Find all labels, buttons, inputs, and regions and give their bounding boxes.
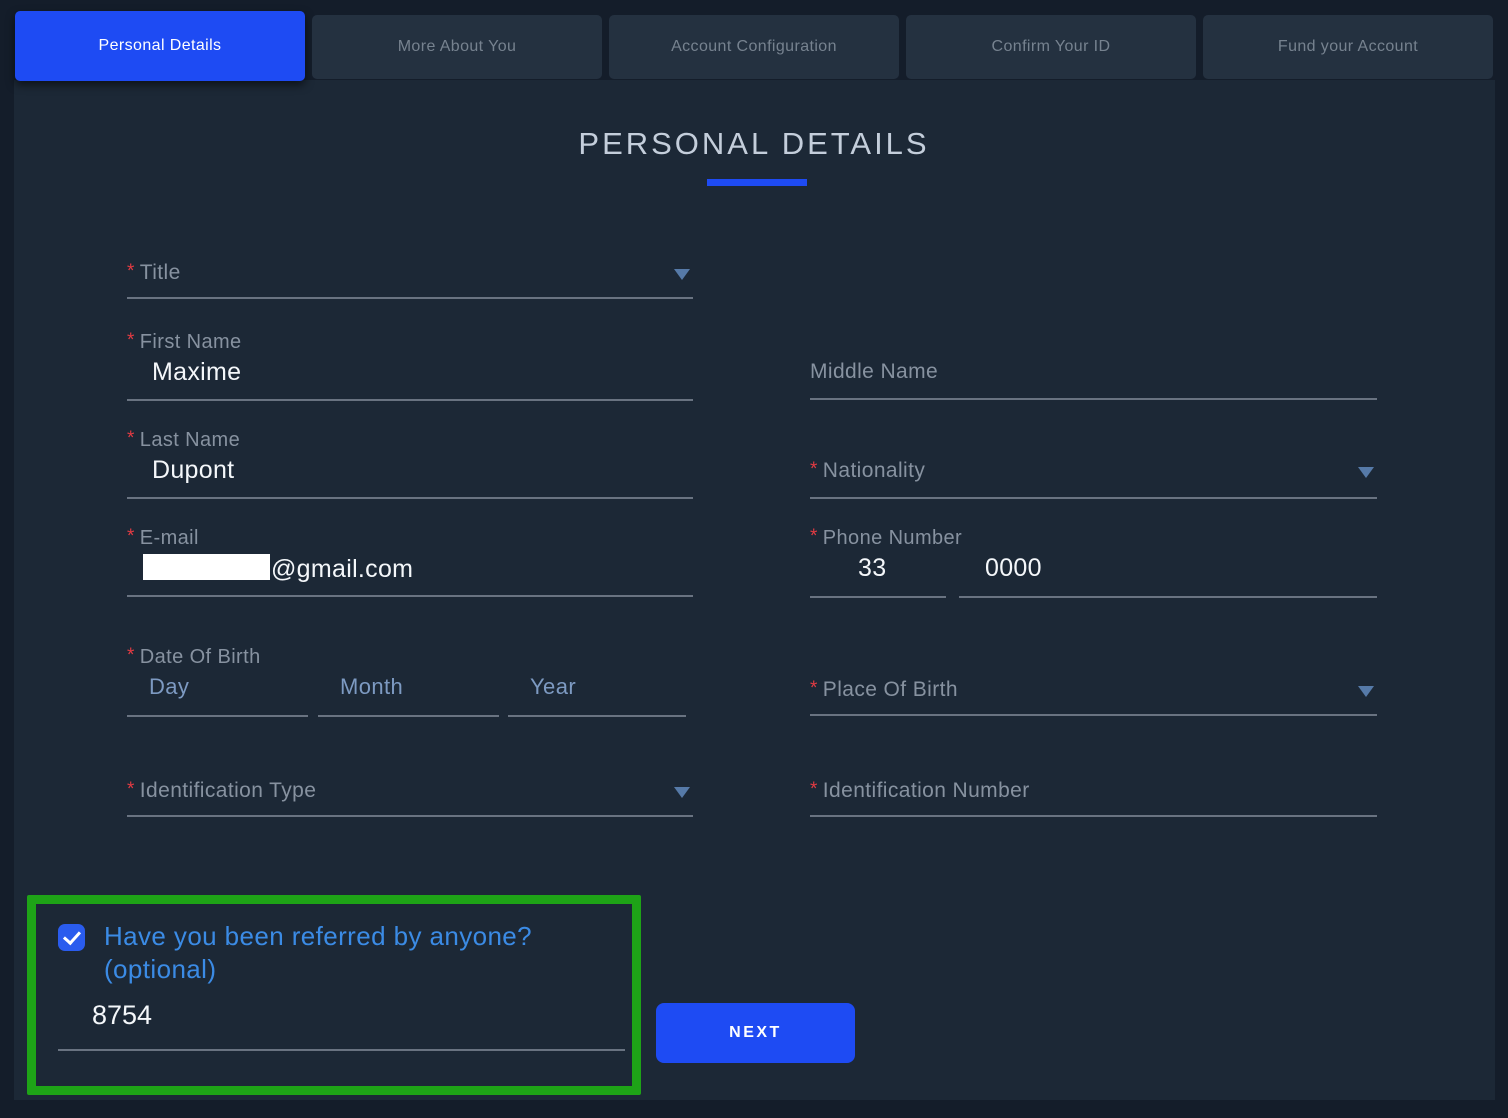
input-underline (810, 596, 946, 598)
referral-code-value[interactable]: 8754 (92, 1000, 152, 1031)
registration-wizard: Personal Details More About You Account … (0, 0, 1508, 1118)
middle-name-label: Middle Name (810, 360, 938, 384)
email-value: @gmail.com (143, 554, 413, 584)
phone-country-code-value[interactable]: 33 (858, 554, 886, 583)
chevron-down-icon[interactable] (674, 787, 690, 798)
tab-fund-your-account[interactable]: Fund your Account (1203, 15, 1493, 79)
input-underline (810, 815, 1377, 817)
last-name-field[interactable]: *Last Name Dupont (127, 429, 693, 501)
input-underline (318, 715, 499, 717)
identification-type-label: *Identification Type (127, 779, 316, 803)
referral-question-label: Have you been referred by anyone? (optio… (104, 920, 532, 986)
input-underline (127, 297, 693, 299)
first-name-value: Maxime (152, 358, 241, 387)
nationality-label: *Nationality (810, 459, 925, 483)
identification-number-field[interactable]: *Identification Number (810, 779, 1377, 819)
tab-account-configuration[interactable]: Account Configuration (609, 15, 899, 79)
place-of-birth-select[interactable]: *Place Of Birth (810, 678, 1377, 718)
last-name-value: Dupont (152, 456, 234, 485)
required-asterisk: * (127, 428, 135, 449)
input-underline (508, 715, 686, 717)
input-underline (810, 714, 1377, 716)
phone-number-group: *Phone Number 33 0000 (810, 527, 1377, 599)
dob-day-input[interactable]: Day (127, 646, 308, 718)
dob-year-placeholder: Year (530, 674, 576, 700)
identification-type-select[interactable]: *Identification Type (127, 779, 693, 819)
title-underline-bar (707, 179, 807, 186)
referral-checkbox[interactable] (58, 924, 85, 951)
input-underline (127, 595, 693, 597)
required-asterisk: * (810, 779, 818, 800)
input-underline (127, 497, 693, 499)
required-asterisk: * (127, 779, 135, 800)
required-asterisk: * (127, 261, 135, 282)
dob-month-placeholder: Month (340, 674, 403, 700)
required-asterisk: * (127, 526, 135, 547)
dob-month-input[interactable]: Month (318, 646, 499, 718)
title-label: *Title (127, 261, 181, 285)
input-underline (810, 398, 1377, 400)
email-label: *E-mail (127, 527, 199, 550)
place-of-birth-label: *Place Of Birth (810, 678, 958, 702)
wizard-step-tabs: Personal Details More About You Account … (15, 11, 1493, 81)
tab-confirm-your-id[interactable]: Confirm Your ID (906, 15, 1196, 79)
title-select[interactable]: *Title (127, 261, 693, 301)
required-asterisk: * (810, 678, 818, 699)
chevron-down-icon[interactable] (1358, 686, 1374, 697)
nationality-select[interactable]: *Nationality (810, 459, 1377, 499)
chevron-down-icon[interactable] (1358, 467, 1374, 478)
last-name-label: *Last Name (127, 429, 240, 452)
required-asterisk: * (810, 459, 818, 480)
date-of-birth-group: *Date Of Birth Day Month Year (127, 646, 693, 718)
dob-day-placeholder: Day (149, 674, 189, 700)
required-asterisk: * (810, 526, 818, 547)
middle-name-field[interactable]: Middle Name (810, 360, 1377, 400)
tab-more-about-you[interactable]: More About You (312, 15, 602, 79)
required-asterisk: * (127, 330, 135, 351)
referral-input-underline (58, 1049, 625, 1051)
dob-year-input[interactable]: Year (508, 646, 686, 718)
input-underline (127, 399, 693, 401)
input-underline (127, 815, 693, 817)
page-title: PERSONAL DETAILS (0, 126, 1508, 162)
identification-number-label: *Identification Number (810, 779, 1030, 803)
input-underline (959, 596, 1377, 598)
first-name-field[interactable]: *First Name Maxime (127, 331, 693, 403)
next-button[interactable]: NEXT (656, 1003, 855, 1063)
phone-number-value[interactable]: 0000 (985, 554, 1042, 583)
chevron-down-icon[interactable] (674, 269, 690, 280)
tab-personal-details[interactable]: Personal Details (15, 11, 305, 81)
email-field[interactable]: *E-mail @gmail.com (127, 527, 693, 599)
input-underline (810, 497, 1377, 499)
input-underline (127, 715, 308, 717)
first-name-label: *First Name (127, 331, 242, 354)
phone-number-label: *Phone Number (810, 527, 962, 550)
redaction-box (143, 554, 270, 580)
